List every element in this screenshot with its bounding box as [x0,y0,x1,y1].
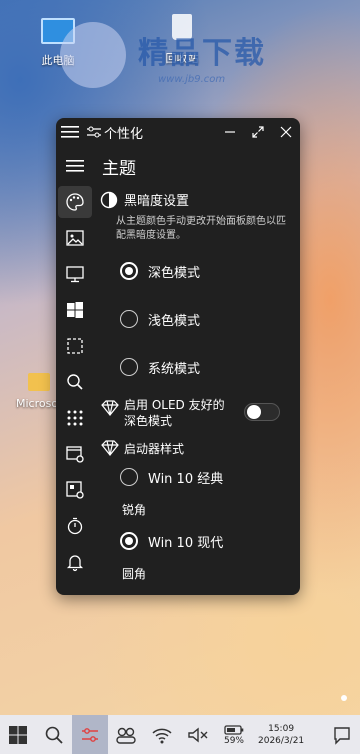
start-button[interactable] [0,715,36,754]
sidebar-item-notifications[interactable] [58,546,92,578]
search-icon [45,726,63,744]
battery-icon [224,724,244,735]
sidebar-item-taskbar-settings[interactable] [58,474,92,506]
diamond-icon [101,440,119,456]
title-bar: 个性化 [56,118,300,146]
people-icon [116,727,136,744]
sidebar-item-display[interactable] [58,258,92,290]
option-label: Win 10 经典 [148,471,224,487]
launcher-section-header: 启动器样式 [100,439,300,457]
wifi-button[interactable] [144,715,180,754]
dark-section-description: 从主题颜色手动更改开始面板颜色以匹配黑暗度设置。 [116,216,286,241]
diamond-icon [101,400,119,416]
sidebar-item-theme[interactable] [58,186,92,218]
sidebar-item-start[interactable] [58,294,92,326]
radio-button[interactable] [120,358,138,376]
option-light-mode[interactable]: 浅色模式 [100,297,300,341]
taskbar-search-button[interactable] [36,715,72,754]
personalization-window: 个性化 主题 黑暗度设置 从主题颜色手动更改开始面板颜色以匹配黑暗度设置。 深色… [56,118,300,595]
desktop-icon-label: 此电脑 [41,54,75,67]
dark-section-title: 黑暗度设置 [124,194,190,209]
sidebar-item-apps[interactable] [58,402,92,434]
option-system-mode[interactable]: 系统模式 [100,345,300,389]
sidebar-item-window-settings[interactable] [58,438,92,470]
monitor-icon [66,266,84,283]
content-pane: 主题 黑暗度设置 从主题颜色手动更改开始面板颜色以匹配黑暗度设置。 深色模式 浅… [100,146,300,595]
bell-icon [66,555,84,572]
sidebar [56,146,94,595]
option-label: Win 10 现代 [148,535,224,551]
sidebar-item-background[interactable] [58,222,92,254]
volume-button[interactable] [180,715,216,754]
battery-percent: 59% [223,735,244,746]
contrast-icon [100,191,118,208]
folder-icon [28,373,50,391]
desktop-icon-label: 回收站 [165,52,199,65]
dashed-frame-icon [67,338,83,354]
window-gear-icon [66,446,84,463]
sidebar-item-search[interactable] [58,366,92,398]
oled-toggle[interactable] [244,403,280,421]
grid-dots-icon [67,410,83,426]
radio-button[interactable] [120,262,138,280]
wifi-icon [152,728,172,743]
launcher-section-title: 启动器样式 [124,441,185,456]
watermark-url: www.jb9.com [158,74,226,85]
settings-sliders-icon [86,124,102,140]
panel-gear-icon [66,481,84,499]
oled-label: 启用 OLED 友好的深色模式 [124,398,225,428]
desktop-icon-this-pc[interactable]: 此电脑 [36,18,80,68]
option-sublabel: 圆角 [122,567,147,581]
sidebar-toggle[interactable] [58,150,92,182]
radio-button[interactable] [120,310,138,328]
option-win10-classic[interactable]: Win 10 经典 [100,459,300,495]
windows-icon [9,725,27,744]
taskbar-personalization-app[interactable] [72,715,108,754]
settings-sliders-icon [82,727,98,742]
windows-icon [67,302,83,318]
chat-bubble-icon [334,726,350,745]
monitor-icon [41,18,75,44]
maximize-button[interactable] [244,118,272,146]
option-win10-modern[interactable]: Win 10 现代 [100,523,300,559]
search-icon [67,374,83,390]
taskbar-task-view[interactable] [108,715,144,754]
clock-date: 2026/3/21 [258,735,305,746]
sidebar-item-more[interactable] [58,582,92,595]
option-label: 深色模式 [148,265,201,281]
clock-time: 15:09 [268,723,295,734]
radio-button[interactable] [120,468,138,486]
clock[interactable]: 15:09 2026/3/21 [258,723,304,747]
toggle-knob [247,405,261,419]
option-label: 系统模式 [148,361,201,377]
stopwatch-icon [67,517,83,535]
menu-icon[interactable] [56,118,84,146]
close-button[interactable] [272,118,300,146]
option-label: 浅色模式 [148,313,201,329]
sidebar-item-timer[interactable] [58,510,92,542]
window-title: 个性化 [104,126,144,142]
battery-indicator[interactable]: 59% [216,724,252,746]
page-title: 主题 [102,159,136,179]
option-sublabel: 锐角 [122,503,147,517]
hamburger-icon [66,160,84,172]
taskbar: 59% 15:09 2026/3/21 [0,715,360,754]
option-dark-mode[interactable]: 深色模式 [100,249,300,293]
minimize-button[interactable] [216,118,244,146]
arrow-icon [65,588,85,595]
radio-button[interactable] [120,532,138,550]
palette-icon [66,193,84,211]
volume-muted-icon [188,727,208,742]
desktop-icon-recycle-bin[interactable]: 回收站 [160,14,204,66]
image-icon [66,230,84,246]
notification-center-button[interactable] [324,715,360,754]
sidebar-item-screenshot[interactable] [58,330,92,362]
recycle-bin-icon [172,14,192,40]
dark-section-header: 黑暗度设置 [100,190,300,209]
indicator-dot [341,695,347,701]
oled-row: 启用 OLED 友好的深色模式 [100,397,300,429]
